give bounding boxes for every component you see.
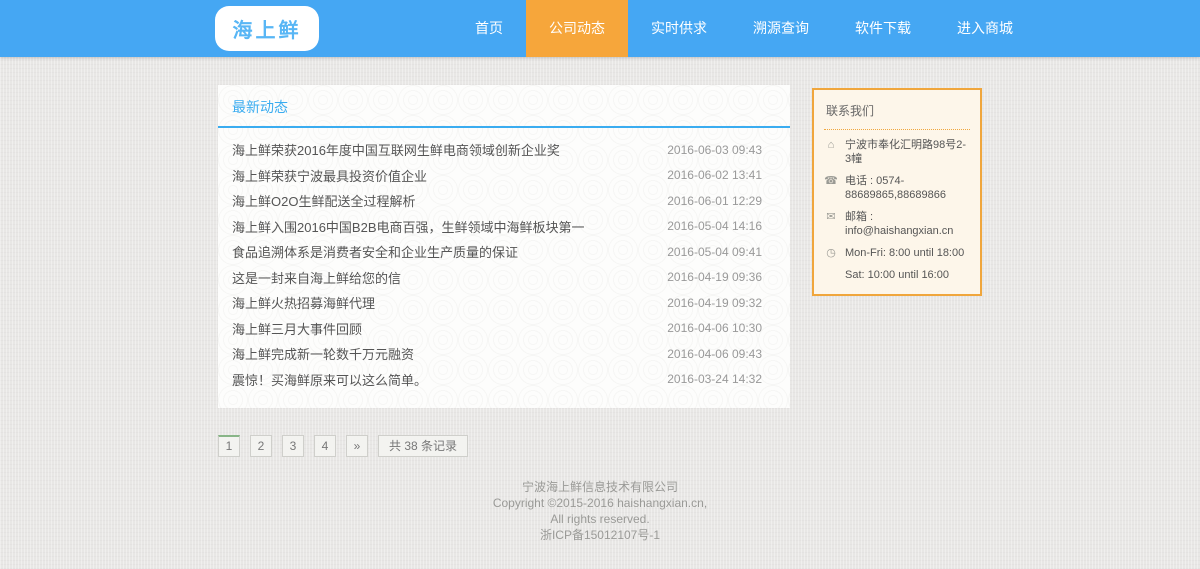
contact-panel: 联系我们 ⌂ 宁波市奉化汇明路98号2-3幢 ☎ 电话 : 0574-88689…	[812, 88, 982, 296]
brand-logo-text: 海上鲜	[233, 14, 302, 43]
contact-email: 邮箱 : info@haishangxian.cn	[845, 210, 970, 238]
contact-address: 宁波市奉化汇明路98号2-3幢	[845, 138, 970, 166]
clock-icon: ◷	[824, 246, 838, 260]
footer-icp-number: 浙ICP备15012107号-1	[0, 527, 1200, 543]
news-title-link[interactable]: 海上鲜O2O生鲜配送全过程解析	[232, 191, 415, 210]
news-date: 2016-06-02 13:41	[667, 168, 762, 182]
news-list: 海上鲜荣获2016年度中国互联网生鲜电商领域创新企业奖 2016-06-03 0…	[218, 128, 790, 392]
news-date: 2016-03-24 14:32	[667, 372, 762, 386]
pagination-next-button[interactable]: »	[346, 435, 368, 457]
news-date: 2016-05-04 14:16	[667, 219, 762, 233]
contact-panel-title: 联系我们	[824, 100, 970, 130]
contact-phone: 电话 : 0574-88689865,88689866	[845, 174, 970, 202]
news-date: 2016-04-06 10:30	[667, 321, 762, 335]
news-column: 最新动态 海上鲜荣获2016年度中国互联网生鲜电商领域创新企业奖 2016-06…	[218, 85, 790, 457]
news-row: 海上鲜荣获宁波最具投资价值企业 2016-06-02 13:41	[218, 163, 790, 189]
footer-company-name: 宁波海上鲜信息技术有限公司	[0, 479, 1200, 495]
nav-item-software-download[interactable]: 软件下载	[832, 0, 934, 57]
news-title-link[interactable]: 震惊！买海鲜原来可以这么简单。	[232, 370, 427, 389]
news-row: 食品追溯体系是消费者安全和企业生产质量的保证 2016-05-04 09:41	[218, 239, 790, 265]
news-title-link[interactable]: 海上鲜入围2016中国B2B电商百强，生鲜领域中海鲜板块第一	[232, 217, 585, 236]
contact-list: ⌂ 宁波市奉化汇明路98号2-3幢 ☎ 电话 : 0574-88689865,8…	[824, 138, 970, 282]
news-row: 海上鲜入围2016中国B2B电商百强，生鲜领域中海鲜板块第一 2016-05-0…	[218, 214, 790, 240]
news-title-link[interactable]: 海上鲜完成新一轮数千万元融资	[232, 344, 414, 363]
content: 最新动态 海上鲜荣获2016年度中国互联网生鲜电商领域创新企业奖 2016-06…	[218, 85, 982, 457]
phone-icon: ☎	[824, 174, 838, 188]
contact-email-row: ✉ 邮箱 : info@haishangxian.cn	[824, 210, 970, 238]
news-title-link[interactable]: 海上鲜火热招募海鲜代理	[232, 293, 375, 312]
nav-item-home[interactable]: 首页	[452, 0, 526, 57]
pagination: 1 2 3 4 » 共 38 条记录	[218, 435, 790, 457]
pagination-page-3[interactable]: 3	[282, 435, 304, 457]
contact-phone-row: ☎ 电话 : 0574-88689865,88689866	[824, 174, 970, 202]
pagination-page-1[interactable]: 1	[218, 435, 240, 457]
news-row: 海上鲜三月大事件回顾 2016-04-06 10:30	[218, 316, 790, 342]
news-row: 海上鲜完成新一轮数千万元融资 2016-04-06 09:43	[218, 341, 790, 367]
contact-hours-saturday: Sat: 10:00 until 16:00	[845, 268, 949, 282]
news-title-link[interactable]: 食品追溯体系是消费者安全和企业生产质量的保证	[232, 242, 518, 261]
news-row: 海上鲜荣获2016年度中国互联网生鲜电商领域创新企业奖 2016-06-03 0…	[218, 137, 790, 163]
nav-item-realtime-supply[interactable]: 实时供求	[628, 0, 730, 57]
navbar: 海上鲜 首页 公司动态 实时供求 溯源查询 软件下载 进入商城	[0, 0, 1200, 57]
news-row: 海上鲜O2O生鲜配送全过程解析 2016-06-01 12:29	[218, 188, 790, 214]
nav-item-company-news[interactable]: 公司动态	[526, 0, 628, 57]
home-icon: ⌂	[824, 138, 838, 152]
contact-hours-weekday-row: ◷ Mon-Fri: 8:00 until 18:00	[824, 246, 970, 260]
footer-copyright: Copyright ©2015-2016 haishangxian.cn,	[0, 495, 1200, 511]
news-title-link[interactable]: 海上鲜三月大事件回顾	[232, 319, 362, 338]
contact-hours-saturday-row: Sat: 10:00 until 16:00	[824, 268, 970, 282]
news-date: 2016-04-19 09:32	[667, 296, 762, 310]
nav-menu: 首页 公司动态 实时供求 溯源查询 软件下载 进入商城	[452, 0, 1036, 57]
nav-item-enter-mall[interactable]: 进入商城	[934, 0, 1036, 57]
news-date: 2016-04-19 09:36	[667, 270, 762, 284]
pagination-page-4[interactable]: 4	[314, 435, 336, 457]
news-date: 2016-04-06 09:43	[667, 347, 762, 361]
news-date: 2016-06-03 09:43	[667, 143, 762, 157]
news-date: 2016-06-01 12:29	[667, 194, 762, 208]
footer-rights: All rights reserved.	[0, 511, 1200, 527]
pagination-total-count: 共 38 条记录	[378, 435, 468, 457]
pagination-page-2[interactable]: 2	[250, 435, 272, 457]
news-title-link[interactable]: 海上鲜荣获2016年度中国互联网生鲜电商领域创新企业奖	[232, 140, 560, 159]
brand-logo[interactable]: 海上鲜	[215, 6, 319, 51]
news-row: 海上鲜火热招募海鲜代理 2016-04-19 09:32	[218, 290, 790, 316]
nav-item-trace-query[interactable]: 溯源查询	[730, 0, 832, 57]
news-panel-header: 最新动态	[218, 85, 790, 128]
contact-hours-weekday: Mon-Fri: 8:00 until 18:00	[845, 246, 964, 260]
news-title-link[interactable]: 这是一封来自海上鲜给您的信	[232, 268, 401, 287]
news-panel: 最新动态 海上鲜荣获2016年度中国互联网生鲜电商领域创新企业奖 2016-06…	[218, 85, 790, 408]
news-title-link[interactable]: 海上鲜荣获宁波最具投资价值企业	[232, 166, 427, 185]
news-date: 2016-05-04 09:41	[667, 245, 762, 259]
news-row: 震惊！买海鲜原来可以这么简单。 2016-03-24 14:32	[218, 367, 790, 393]
news-row: 这是一封来自海上鲜给您的信 2016-04-19 09:36	[218, 265, 790, 291]
contact-address-row: ⌂ 宁波市奉化汇明路98号2-3幢	[824, 138, 970, 166]
footer: 宁波海上鲜信息技术有限公司 Copyright ©2015-2016 haish…	[0, 479, 1200, 543]
page: 海上鲜 首页 公司动态 实时供求 溯源查询 软件下载 进入商城 最新动态 海上鲜…	[0, 0, 1200, 569]
mail-icon: ✉	[824, 210, 838, 224]
news-section-title: 最新动态	[232, 99, 288, 115]
